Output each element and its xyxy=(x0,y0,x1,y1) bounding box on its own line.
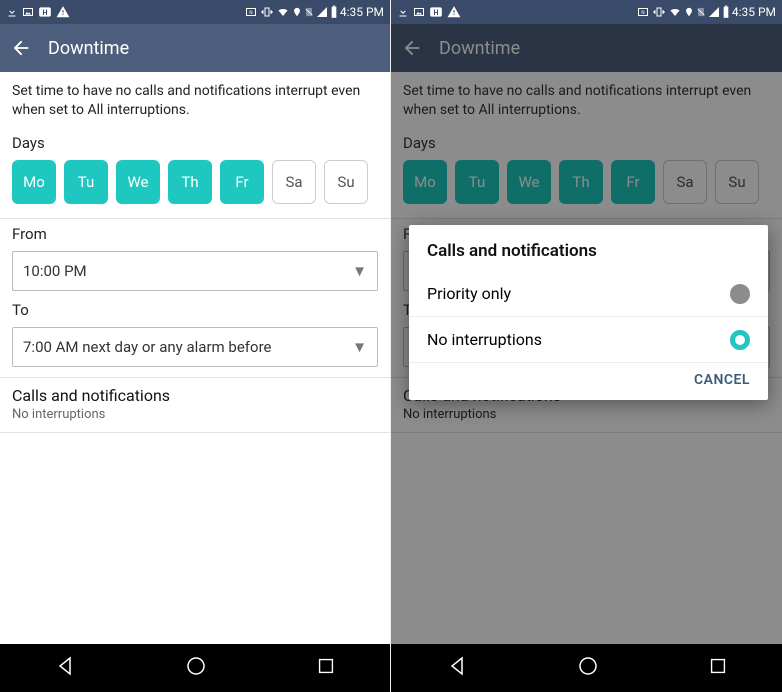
day-mo[interactable]: Mo xyxy=(12,160,56,204)
calls-section-value: No interruptions xyxy=(12,407,378,422)
from-value: 10:00 PM xyxy=(23,262,87,280)
wifi-icon xyxy=(668,6,682,18)
nav-back-icon[interactable] xyxy=(445,654,469,682)
h-box-icon: H xyxy=(429,5,443,19)
nav-home-icon[interactable] xyxy=(576,654,600,682)
warning-icon xyxy=(56,5,70,19)
nfc-icon: N xyxy=(244,6,258,18)
back-button[interactable] xyxy=(10,37,32,59)
location-icon xyxy=(292,6,302,18)
no-sim-icon xyxy=(696,6,706,18)
h-box-icon: H xyxy=(38,5,52,19)
location-icon xyxy=(684,6,694,18)
dialog-option-label: No interruptions xyxy=(427,330,542,349)
day-fr[interactable]: Fr xyxy=(220,160,264,204)
days-row: Mo Tu We Th Fr Sa Su xyxy=(12,160,378,204)
chevron-down-icon: ▼ xyxy=(352,338,367,356)
day-we[interactable]: We xyxy=(116,160,160,204)
day-su[interactable]: Su xyxy=(324,160,368,204)
status-time: 4:35 PM xyxy=(732,5,776,19)
nfc-icon: N xyxy=(636,6,650,18)
dialog-title: Calls and notifications xyxy=(409,241,768,271)
no-sim-icon xyxy=(304,6,314,18)
chevron-down-icon: ▼ xyxy=(352,262,367,280)
svg-text:H: H xyxy=(43,9,48,17)
page-title: Downtime xyxy=(48,38,129,59)
signal-icon xyxy=(316,6,328,18)
calls-dialog: Calls and notifications Priority only No… xyxy=(409,225,768,400)
vibrate-icon xyxy=(260,6,274,18)
day-tu[interactable]: Tu xyxy=(64,160,108,204)
nav-recents-icon[interactable] xyxy=(707,655,729,681)
dialog-option-no-interruptions[interactable]: No interruptions xyxy=(409,317,768,363)
nav-home-icon[interactable] xyxy=(184,654,208,682)
app-bar: Downtime xyxy=(0,24,390,72)
from-label: From xyxy=(12,225,378,243)
calls-section-title[interactable]: Calls and notifications xyxy=(12,386,378,405)
to-value: 7:00 AM next day or any alarm before xyxy=(23,338,271,356)
cancel-button[interactable]: CANCEL xyxy=(694,372,750,388)
svg-text:N: N xyxy=(641,10,644,16)
divider xyxy=(0,377,390,378)
svg-text:N: N xyxy=(249,10,252,16)
battery-icon xyxy=(722,5,730,19)
status-bar: H N 4:35 PM xyxy=(0,0,390,24)
status-time: 4:35 PM xyxy=(340,5,384,19)
dialog-option-label: Priority only xyxy=(427,284,511,303)
download-icon xyxy=(6,6,18,18)
vibrate-icon xyxy=(652,6,666,18)
to-label: To xyxy=(12,301,378,319)
svg-text:H: H xyxy=(434,9,439,17)
divider xyxy=(0,432,390,433)
radio-on-icon xyxy=(730,330,750,350)
dialog-option-priority-only[interactable]: Priority only xyxy=(409,271,768,317)
status-bar: H N 4:35 PM xyxy=(391,0,782,24)
warning-icon xyxy=(447,5,461,19)
image-icon xyxy=(22,6,34,18)
signal-icon xyxy=(708,6,720,18)
day-th[interactable]: Th xyxy=(168,160,212,204)
intro-text: Set time to have no calls and notificati… xyxy=(12,82,378,120)
wifi-icon xyxy=(276,6,290,18)
nav-back-icon[interactable] xyxy=(53,654,77,682)
radio-off-icon xyxy=(730,284,750,304)
image-icon xyxy=(413,6,425,18)
to-dropdown[interactable]: 7:00 AM next day or any alarm before ▼ xyxy=(12,327,378,367)
battery-icon xyxy=(330,5,338,19)
nav-bar xyxy=(0,644,390,692)
days-label: Days xyxy=(12,134,378,152)
day-sa[interactable]: Sa xyxy=(272,160,316,204)
nav-bar xyxy=(391,644,782,692)
divider xyxy=(0,218,390,219)
from-dropdown[interactable]: 10:00 PM ▼ xyxy=(12,251,378,291)
nav-recents-icon[interactable] xyxy=(315,655,337,681)
download-icon xyxy=(397,6,409,18)
